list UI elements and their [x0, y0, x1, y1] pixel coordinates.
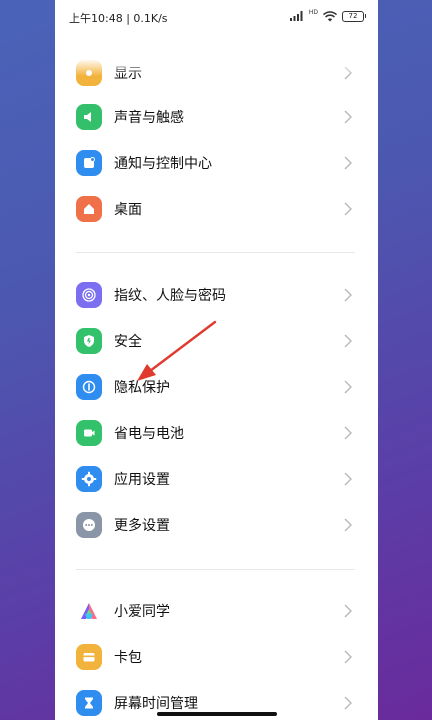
annotation-arrow-icon [137, 320, 217, 381]
settings-screen: 上午10:48 | 0.1K/s HD 72 设置 显示 [55, 0, 378, 720]
home-indicator[interactable] [157, 712, 277, 716]
